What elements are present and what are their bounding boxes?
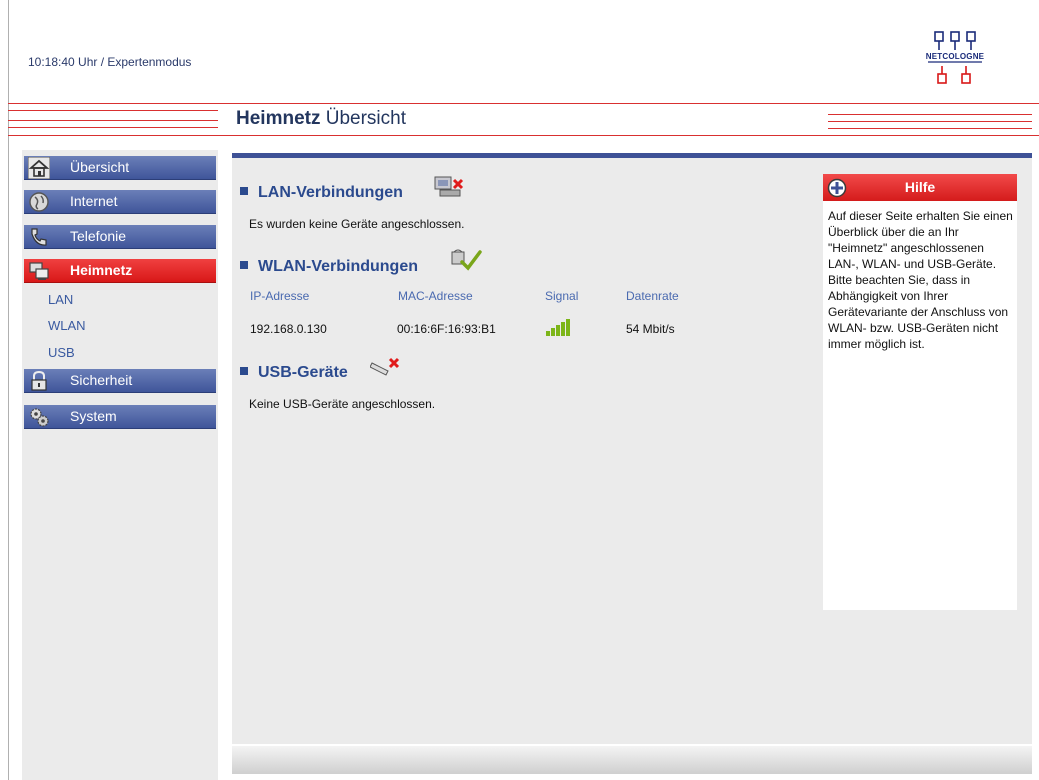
row-datenrate: 54 Mbit/s bbox=[626, 322, 675, 336]
col-ip-address: IP-Adresse bbox=[250, 289, 310, 303]
help-title: Hilfe bbox=[904, 179, 936, 195]
lock-icon bbox=[31, 370, 47, 391]
network-icon bbox=[29, 262, 49, 280]
page-title-rest: Übersicht bbox=[320, 108, 406, 129]
sidebar-item-label: Sicherheit bbox=[70, 372, 133, 388]
header-rule-right-3 bbox=[828, 128, 1032, 129]
header-rule-bottom bbox=[8, 135, 1039, 136]
wlan-section-heading: WLAN-Verbindungen bbox=[240, 258, 418, 276]
help-text: Auf dieser Seite erhalten Sie einen Über… bbox=[828, 209, 1013, 351]
wlan-connected-icon bbox=[451, 249, 482, 271]
row-ip-address: 192.168.0.130 bbox=[250, 322, 327, 336]
usb-section-heading: USB-Geräte bbox=[240, 364, 348, 382]
wlan-section-title: WLAN-Verbindungen bbox=[258, 258, 418, 275]
header-rule-top bbox=[8, 103, 1039, 104]
lan-section-title: LAN-Verbindungen bbox=[258, 184, 403, 201]
sidebar-subitem-lan[interactable]: LAN bbox=[48, 292, 73, 307]
bullet-icon bbox=[240, 367, 248, 375]
col-mac-address: MAC-Adresse bbox=[398, 289, 473, 303]
home-icon bbox=[28, 157, 50, 179]
header-rule-left-2 bbox=[8, 120, 218, 121]
bullet-icon bbox=[240, 187, 248, 195]
lan-section-heading: LAN-Verbindungen bbox=[240, 184, 403, 202]
status-text: 10:18:40 Uhr / Expertenmodus bbox=[28, 55, 192, 69]
page-title: Heimnetz Übersicht bbox=[236, 108, 406, 130]
col-datenrate: Datenrate bbox=[626, 289, 679, 303]
sidebar-subitem-wlan[interactable]: WLAN bbox=[48, 318, 86, 333]
gears-icon bbox=[30, 408, 49, 427]
usb-disconnected-icon bbox=[370, 357, 400, 376]
page-title-bold: Heimnetz bbox=[236, 108, 321, 129]
header-rule-right-1 bbox=[828, 114, 1032, 115]
signal-bars-icon bbox=[546, 319, 570, 336]
sidebar-item-uebersicht[interactable]: Übersicht bbox=[24, 156, 216, 180]
logo-text: NETCOLOGNE bbox=[925, 52, 985, 61]
phone-icon bbox=[31, 228, 47, 246]
header-rule-right-2 bbox=[828, 121, 1032, 122]
netcologne-logo: NETCOLOGNE bbox=[920, 28, 990, 92]
sidebar-item-system[interactable]: System bbox=[24, 405, 216, 429]
lan-disconnected-icon bbox=[434, 176, 464, 197]
sidebar-item-label: System bbox=[70, 408, 117, 424]
header-rule-left-1 bbox=[8, 110, 218, 111]
sidebar-item-telefonie[interactable]: Telefonie bbox=[24, 225, 216, 249]
sidebar-item-label: Heimnetz bbox=[70, 262, 133, 278]
help-panel: Hilfe Auf dieser Seite erhalten Sie eine… bbox=[823, 174, 1017, 610]
usb-status-text: Keine USB-Geräte angeschlossen. bbox=[249, 397, 436, 411]
sidebar-item-label: Internet bbox=[70, 193, 118, 209]
sidebar-item-label: Übersicht bbox=[70, 159, 130, 175]
footer-bar bbox=[232, 746, 1032, 774]
header-rule-left-3 bbox=[8, 127, 218, 128]
col-signal: Signal bbox=[545, 289, 579, 303]
sidebar-item-internet[interactable]: Internet bbox=[24, 190, 216, 214]
bullet-icon bbox=[240, 261, 248, 269]
globe-icon bbox=[29, 192, 49, 212]
help-header: Hilfe bbox=[823, 174, 1017, 201]
sidebar-item-sicherheit[interactable]: Sicherheit bbox=[24, 369, 216, 393]
sidebar-item-heimnetz[interactable]: Heimnetz bbox=[24, 259, 216, 283]
row-mac-address: 00:16:6F:16:93:B1 bbox=[397, 322, 496, 336]
usb-section-title: USB-Geräte bbox=[258, 364, 348, 381]
sidebar-item-label: Telefonie bbox=[70, 228, 127, 244]
sidebar-subitem-usb[interactable]: USB bbox=[48, 345, 75, 360]
lan-status-text: Es wurden keine Geräte angeschlossen. bbox=[249, 217, 465, 231]
